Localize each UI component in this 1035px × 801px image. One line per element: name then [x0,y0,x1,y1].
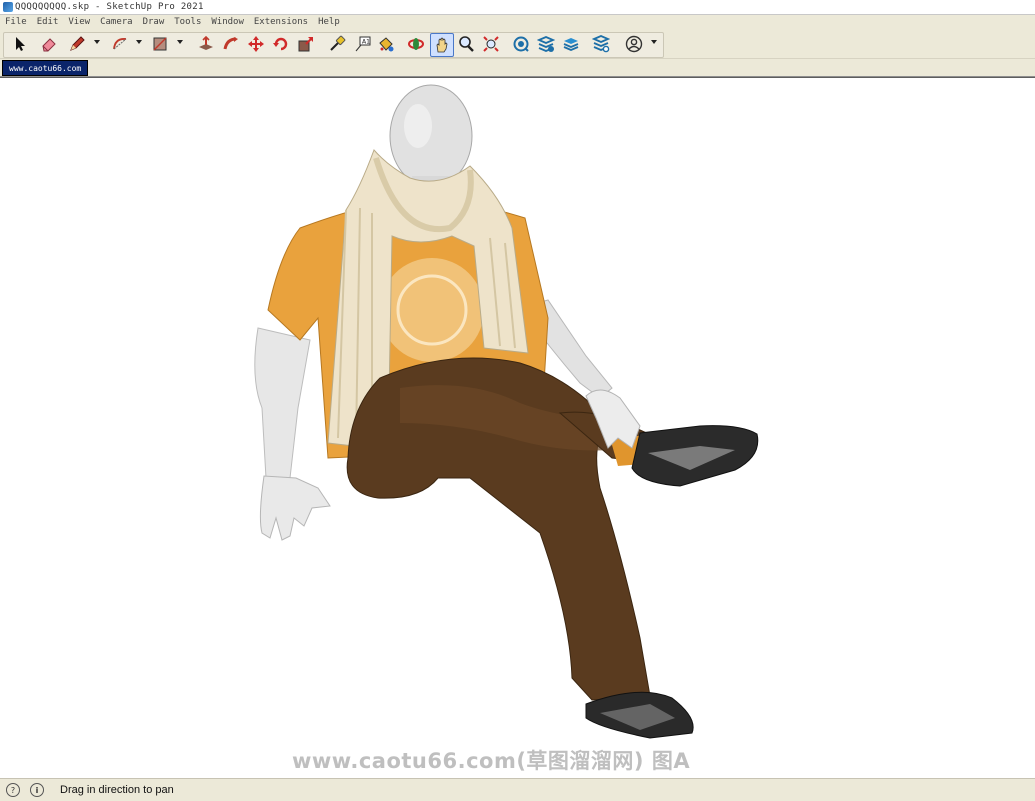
eraser-icon [42,38,56,52]
3d-warehouse-icon [513,36,529,52]
text-tool-button[interactable]: A1 [351,33,373,55]
arc-tool-button[interactable] [109,33,131,55]
geo-location-icon[interactable]: ? [6,783,20,797]
push-pull-tool-button[interactable] [195,33,217,55]
extension-warehouse-icon [537,36,555,52]
magnifier-icon [459,36,474,52]
rectangle-tool-button[interactable] [149,33,171,55]
pencil-icon [70,36,85,51]
extension-manager-tool-button[interactable] [590,33,612,55]
orbit-tool-button[interactable] [405,33,427,55]
rectangle-icon [153,37,167,51]
tape-measure-tool-button[interactable] [326,33,348,55]
eraser-tool-button[interactable] [38,33,60,55]
layout-tool-button[interactable] [560,33,582,55]
menu-window[interactable]: Window [206,17,249,27]
menu-draw[interactable]: Draw [138,17,170,27]
3d-warehouse-tool-button[interactable] [510,33,532,55]
menu-extensions[interactable]: Extensions [249,17,313,27]
pan-tool-button[interactable] [430,33,454,57]
menu-file[interactable]: File [0,17,32,27]
viewport-watermark: www.caotu66.com(草图溜溜网) 图A [292,749,691,773]
paint-bucket-icon [379,37,394,52]
zoom-tool-button[interactable] [455,33,477,55]
extension-warehouse-tool-button[interactable] [535,33,557,55]
rotate-icon [273,37,288,51]
arc-tool-dropdown[interactable] [136,40,142,44]
main-toolbar: A1 [0,30,1035,59]
rectangle-tool-dropdown[interactable] [177,40,183,44]
scale-icon [298,37,313,52]
menu-view[interactable]: View [63,17,95,27]
seated-mannequin-model [254,84,759,739]
status-bar: ? i Drag in direction to pan [0,778,1035,801]
scene-tab-bar: www.caotu66.com [0,59,1035,77]
status-message: Drag in direction to pan [60,784,174,796]
line-tool-button[interactable] [66,33,88,55]
arc-icon [113,38,127,50]
instructor-info-icon[interactable]: i [30,783,44,797]
select-tool-button[interactable] [9,33,31,55]
rotate-tool-button[interactable] [270,33,292,55]
scene-tab[interactable]: www.caotu66.com [2,60,89,76]
move-icon [248,36,264,52]
push-pull-icon [199,35,213,50]
sketchup-app-icon [3,2,13,12]
menu-edit[interactable]: Edit [32,17,64,27]
svg-text:A1: A1 [362,39,370,46]
orbit-icon [408,38,424,50]
text-icon: A1 [355,36,371,52]
menu-help[interactable]: Help [313,17,345,27]
zoom-extents-tool-button[interactable] [480,33,502,55]
scale-tool-button[interactable] [295,33,317,55]
follow-me-icon [223,37,238,50]
window-title: QQQQQQQQQ.skp - SketchUp Pro 2021 [15,2,204,12]
zoom-extents-icon [483,36,499,52]
move-tool-button[interactable] [245,33,267,55]
line-tool-dropdown[interactable] [94,40,100,44]
title-bar: QQQQQQQQQ.skp - SketchUp Pro 2021 [0,0,1035,15]
user-account-icon [625,35,643,53]
menu-tools[interactable]: Tools [169,17,206,27]
account-dropdown[interactable] [651,40,657,44]
menu-bar: File Edit View Camera Draw Tools Window … [0,15,1035,29]
layout-icon [563,38,579,51]
account-tool-button[interactable] [623,33,645,55]
paint-bucket-tool-button[interactable] [375,33,397,55]
pan-hand-icon [436,37,448,53]
extension-manager-icon [592,35,610,53]
arrow-cursor-icon [16,37,25,51]
follow-me-tool-button[interactable] [220,33,242,55]
model-viewport[interactable]: www.caotu66.com(草图溜溜网) 图A [0,77,1035,778]
tape-measure-icon [330,35,346,51]
menu-camera[interactable]: Camera [95,17,138,27]
